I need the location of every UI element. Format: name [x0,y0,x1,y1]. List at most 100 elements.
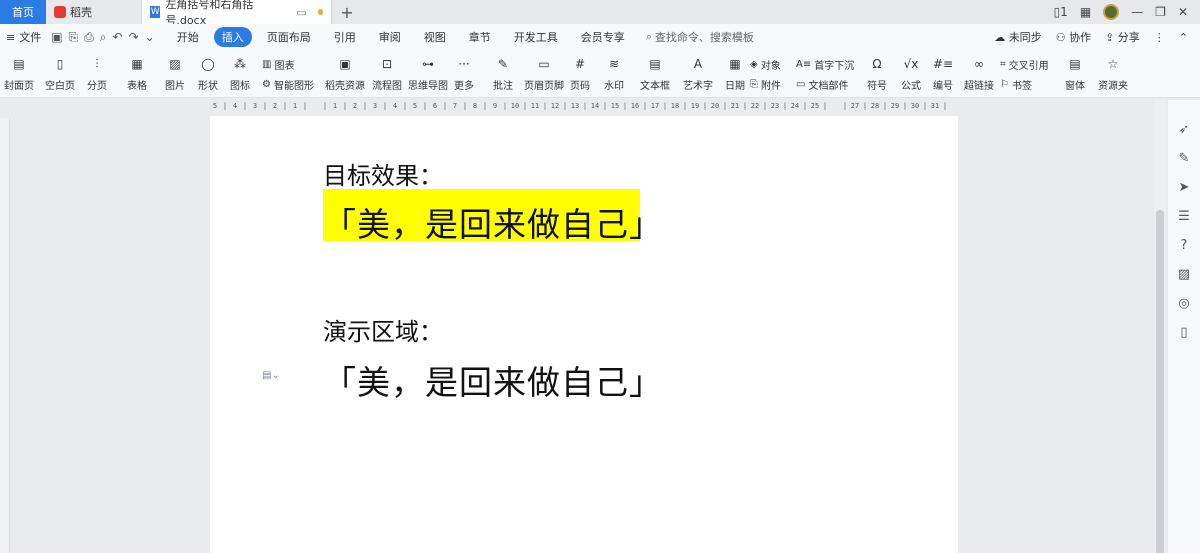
ruler-tick: 9 [492,102,498,110]
save-icon[interactable]: ▣ [51,30,62,45]
undo-icon[interactable]: ↶ [113,30,123,45]
menu-tab-developer[interactable]: 开发工具 [506,27,566,47]
help-icon[interactable]: ? [1181,238,1188,253]
wordart-button[interactable]: A 艺术字 [683,54,713,92]
ruler-tick: 28 [870,102,880,110]
dropdown-icon[interactable]: ⌄ [145,30,155,45]
cross-reference-button[interactable]: ⌗ 交叉引用 [1000,57,1049,72]
header-footer-button[interactable]: ▭ 页眉页脚 [524,54,564,92]
location-icon[interactable]: ◎ [1178,296,1189,311]
attachment-button[interactable]: ⎘ 附件 [750,77,781,92]
symbol-button[interactable]: Ω 符号 [866,54,888,92]
horizontal-ruler[interactable]: 5 | 4 | 3 | 2 | 1 | | 1 | 2 | 3 | 4 | 5 | 6 | 7 | 8 | 9 | 10 | 11 | 12 | 13… [210,99,958,113]
more-insert-button[interactable]: ··· 更多 [453,54,475,92]
sync-button[interactable]: ☁ 未同步 [994,29,1042,45]
blank-page-button[interactable]: ▯ 空白页 [45,54,75,92]
menu-tab-section[interactable]: 章节 [461,27,499,47]
ruler-separator: | [842,102,848,110]
new-tab-button[interactable]: + [332,0,362,24]
document-page[interactable]: 目标效果： 「美，是回来做自己」 演示区域： ▤⌄ 「美，是回来做自己」 [210,116,958,553]
menu-tab-references[interactable]: 引用 [326,27,364,47]
book-icon[interactable]: ▯ [1180,325,1187,340]
ruler-separator: | [662,102,668,110]
bookmark-button[interactable]: ⚐ 书签 [1000,77,1032,92]
daoke-resource-button[interactable]: ▣ 稻壳资源 [325,54,365,92]
formula-button[interactable]: √x 公式 [900,54,922,92]
print-icon[interactable]: ⎙ [84,30,94,45]
blank-page-icon: ▯ [56,57,64,71]
collab-button[interactable]: ⚇ 协作 [1056,29,1091,45]
restore-button[interactable]: ❐ [1155,5,1166,19]
grid-icon[interactable]: ▦ [1080,5,1091,19]
watermark-icon: ≋ [608,57,620,71]
file-menu[interactable]: ≡ 文件 [6,29,41,45]
scroll-thumb[interactable] [1156,210,1164,553]
collapse-icon[interactable]: ⌃ [1179,31,1188,44]
menu-tab-review[interactable]: 审阅 [371,27,409,47]
ruler-tick: 29 [890,102,900,110]
cursor-icon[interactable]: ➤ [1179,180,1190,195]
more-icon[interactable]: ⋮ [1154,31,1165,44]
tab-daoke[interactable]: 稻壳 [46,0,142,24]
minimize-button[interactable]: — [1131,5,1143,19]
page-number-button[interactable]: # 页码 [569,54,591,92]
object-button[interactable]: ◈ 对象 [750,57,781,72]
flowchart-button[interactable]: ⊡ 流程图 [372,54,402,92]
rocket-icon[interactable]: ➶ [1179,122,1190,137]
comment-button[interactable]: ✎ 批注 [492,54,514,92]
vertical-scrollbar[interactable] [1154,100,1166,553]
pen-icon[interactable]: ✎ [1179,151,1190,166]
avatar[interactable] [1103,4,1120,20]
heading-target: 目标效果： [323,162,443,190]
menu-tab-layout[interactable]: 页面布局 [259,27,319,47]
menu-tab-start[interactable]: 开始 [169,27,207,47]
ruler-separator: | [942,102,948,110]
tab-home[interactable]: 首页 [0,0,46,24]
numbering-button[interactable]: #≡ 编号 [932,54,954,92]
smartart-button[interactable]: ⚙ 智能图形 [262,77,314,92]
export-icon[interactable]: ⎘ [69,30,79,45]
redo-icon[interactable]: ↷ [129,30,139,45]
icon-library-button[interactable]: ⁂ 图标 [229,54,251,92]
mindmap-button[interactable]: ⊶ 思维导图 [408,54,448,92]
tab-document[interactable]: W 左角括号和右角括号.docx ▭ [142,0,332,27]
table-button[interactable]: ▦ 表格 [126,54,148,92]
chart-button[interactable]: ▥ 图表 [262,57,294,72]
doc-part-button[interactable]: ▭ 文档部件 [796,77,848,92]
cover-page-button[interactable]: ▤ 封面页 [4,54,34,92]
menu-right: ☁ 未同步 ⚇ 协作 ⇪ 分享 ⋮ ⌃ [994,29,1200,45]
layout-icon[interactable]: ▯1 [1054,5,1068,19]
command-search[interactable]: ⌕ 查找命令、搜索模板 [646,29,754,45]
textbox-button[interactable]: ▤ 文本框 [640,54,670,92]
menu-tab-insert[interactable]: 插入 [213,27,252,47]
ruler-separator: | [502,102,508,110]
share-button[interactable]: ⇪ 分享 [1105,29,1140,45]
share-icon: ⇪ [1105,31,1115,44]
page-break-button[interactable]: ⫶ 分页 [86,54,108,93]
form-button[interactable]: ▤ 窗体 [1064,54,1086,92]
menu-tab-view[interactable]: 视图 [416,27,454,47]
date-button[interactable]: ▦ 日期 [724,54,746,92]
ruler-separator: | [702,102,708,110]
picture-icon: ▨ [169,57,181,71]
paperclip-icon: ⎘ [750,79,758,90]
monitor-icon[interactable]: ▭ [296,6,306,19]
paste-options-icon[interactable]: ▤⌄ [262,370,280,381]
user-icon: ⚇ [1055,31,1066,44]
ruler-tick: 17 [650,102,660,110]
ruler-tick: 15 [610,102,620,110]
picture-button[interactable]: ▨ 图片 [164,54,186,92]
menu-bar: ≡ 文件 ▣ ⎘ ⎙ ⌕ ↶ ↷ ⌄ 开始 插入 页面布局 引用 审阅 视图 章… [0,24,1200,50]
preview-icon[interactable]: ⌕ [100,30,107,45]
hyperlink-button[interactable]: ∞ 超链接 [964,54,994,92]
image-tool-icon[interactable]: ▨ [1178,267,1190,282]
menu-tab-member[interactable]: 会员专享 [573,27,633,47]
drop-cap-button[interactable]: A≡ 首字下沉 [796,57,854,72]
close-button[interactable]: ✕ [1178,5,1188,19]
ruler-tick: 13 [570,102,580,110]
sliders-icon[interactable]: ☰ [1178,209,1190,224]
resources-button[interactable]: ☆ 资源夹 [1098,54,1128,92]
ruler-separator: | [422,102,428,110]
shape-button[interactable]: ◯ 形状 [197,54,219,92]
watermark-button[interactable]: ≋ 水印 [603,54,625,92]
